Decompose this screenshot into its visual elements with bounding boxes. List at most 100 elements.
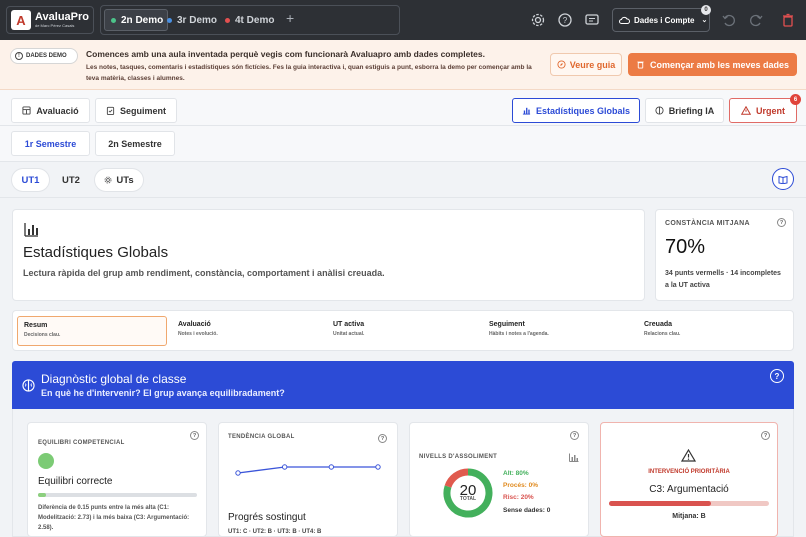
card-title: C3: Argumentació [649, 484, 729, 495]
brain-icon [22, 379, 35, 392]
tab-label: Briefing IA [668, 105, 715, 116]
card-title: Progrés sostingut [228, 512, 306, 523]
start-with-my-data-button[interactable]: Començar amb les meves dades [628, 53, 797, 76]
section-tab-ut-activa[interactable]: UT activa Unitat actual. [327, 316, 477, 346]
book-toggle-button[interactable] [772, 168, 794, 190]
tab-1r-semestre[interactable]: 1r Semestre [11, 131, 90, 156]
status-dot-icon [167, 17, 172, 23]
section-tab-desc: Decisions clau. [24, 332, 61, 338]
banner-text: Les notes, tasques, comentaris i estadís… [86, 64, 532, 82]
section-tab-desc: Notes i evolució. [178, 331, 218, 337]
urgent-count-badge: 6 [790, 94, 801, 105]
warning-icon [681, 449, 696, 462]
status-indicator-icon [38, 453, 54, 469]
redo-icon[interactable] [748, 12, 764, 28]
gear-icon [104, 176, 112, 184]
demo-tab-2n[interactable]: 2n Demo [104, 9, 169, 31]
card-text: UT1: C · UT2: B · UT3: B · UT4: B [228, 529, 322, 535]
diagnostic-title: Diagnòstic global de classe [41, 372, 187, 386]
section-tab-title: Avaluació [178, 321, 211, 328]
chat-icon[interactable] [584, 12, 600, 28]
help-icon[interactable]: ? [190, 431, 199, 440]
bar-chart-icon[interactable] [569, 453, 579, 462]
brain-icon [655, 106, 664, 115]
data-badge: 0 [701, 5, 711, 15]
legend-sense-dades: Sense dades: 0 [503, 507, 551, 514]
demo-tab-4t[interactable]: 4t Demo [225, 9, 274, 31]
tab-ut1[interactable]: UT1 [12, 169, 49, 191]
trash-icon [637, 61, 644, 69]
compass-icon [557, 60, 566, 69]
help-icon[interactable]: ? [761, 431, 770, 440]
tab-label: UTs [116, 174, 134, 186]
balance-progress [38, 493, 197, 497]
section-tab-seguiment[interactable]: Seguiment Hàbits i notes a l'agenda. [483, 316, 633, 346]
warning-icon [741, 106, 751, 115]
trend-point-ut2 [281, 464, 288, 470]
kpi-label: CONSTÀNCIA MITJANA [665, 220, 750, 227]
undo-icon[interactable] [721, 12, 737, 28]
tab-label: Urgent [756, 105, 785, 116]
help-icon[interactable]: ? [770, 369, 784, 383]
tab-ut2[interactable]: UT2 [54, 169, 88, 191]
book-icon [778, 175, 788, 184]
section-tab-desc: Hàbits i notes a l'agenda. [489, 331, 549, 337]
trash-icon[interactable] [780, 12, 796, 28]
tab-estadistiques-globals[interactable]: Estadístiques Globals [512, 98, 640, 123]
gear-icon[interactable] [530, 12, 546, 28]
app-name: AvaluaPro [35, 11, 90, 23]
section-tab-creuada[interactable]: Creuada Relacions clau. [638, 316, 788, 346]
achievement-levels-card [409, 422, 589, 537]
status-dot-icon [111, 17, 116, 23]
chevron-down-icon: ⌄ [701, 17, 708, 24]
card-label: TENDÈNCIA GLOBAL [228, 434, 295, 440]
section-tab-desc: Relacions clau. [644, 331, 681, 337]
status-dot-icon [225, 17, 230, 23]
trend-point-ut4 [375, 464, 381, 470]
legend-alt: Alt: 80% [503, 470, 529, 477]
tab-label: Seguiment [119, 105, 166, 116]
trend-sparkline [235, 464, 381, 476]
view-guide-button[interactable]: Veure guia [550, 53, 622, 76]
bar-chart-icon [24, 223, 38, 237]
demo-tab-label: 3r Demo [177, 14, 218, 26]
card-text: Diferència de 0.15 punts entre la més al… [38, 505, 190, 531]
start-with-my-data-label: Començar amb les meves dades [649, 59, 790, 70]
section-tab-title: UT activa [333, 321, 365, 328]
help-icon[interactable]: ? [557, 12, 573, 28]
demo-data-label: DADES DEMO [26, 53, 67, 59]
help-icon[interactable]: ? [570, 431, 579, 440]
tab-avaluacio[interactable]: Avaluació [11, 98, 90, 123]
tab-uts[interactable]: UTs [95, 169, 143, 191]
intervention-progress-fill [609, 501, 712, 506]
data-account-button[interactable]: Dades i Compte ⌄ [612, 8, 710, 32]
section-tab-resum[interactable]: Resum Decisions clau. [17, 316, 167, 346]
section-tab-title: Seguiment [489, 321, 525, 328]
data-account-label: Dades i Compte [634, 15, 695, 25]
section-tab-avaluacio[interactable]: Avaluació Notes i evolució. [172, 316, 322, 346]
calculator-icon [22, 106, 31, 115]
svg-text:?: ? [563, 16, 568, 25]
add-demo-icon[interactable]: + [286, 10, 294, 26]
bar-chart-icon [522, 107, 531, 115]
top-bar: A AvaluaPro de Marc Pérez Casals 2n Demo… [0, 0, 806, 40]
help-icon[interactable]: ? [378, 434, 387, 443]
help-icon[interactable]: ? [777, 218, 786, 227]
trend-point-ut3 [328, 464, 335, 470]
demo-tabs: 2n Demo 3r Demo 4t Demo + [100, 5, 400, 35]
app-logo[interactable]: A AvaluaPro de Marc Pérez Casals [6, 6, 94, 34]
tab-2n-semestre[interactable]: 2n Semestre [95, 131, 175, 156]
demo-tab-3r[interactable]: 3r Demo [167, 9, 217, 31]
page-title: Estadístiques Globals [23, 244, 169, 261]
tab-briefing-ia[interactable]: Briefing IA [645, 98, 724, 123]
kpi-value: 70% [665, 236, 706, 258]
tab-urgent[interactable]: Urgent [729, 98, 797, 123]
page-subtitle: Lectura ràpida del grup amb rendiment, c… [23, 268, 385, 278]
banner-title: Comences amb una aula inventada perquè v… [86, 49, 485, 59]
demo-data-pill: ! DADES DEMO [10, 48, 78, 64]
tab-seguiment[interactable]: Seguiment [95, 98, 177, 123]
card-title: Equilibri correcte [38, 476, 113, 487]
tab-label: Estadístiques Globals [535, 105, 631, 116]
app-subtitle: de Marc Pérez Casals [35, 23, 75, 28]
section-tab-title: Creuada [644, 321, 673, 328]
